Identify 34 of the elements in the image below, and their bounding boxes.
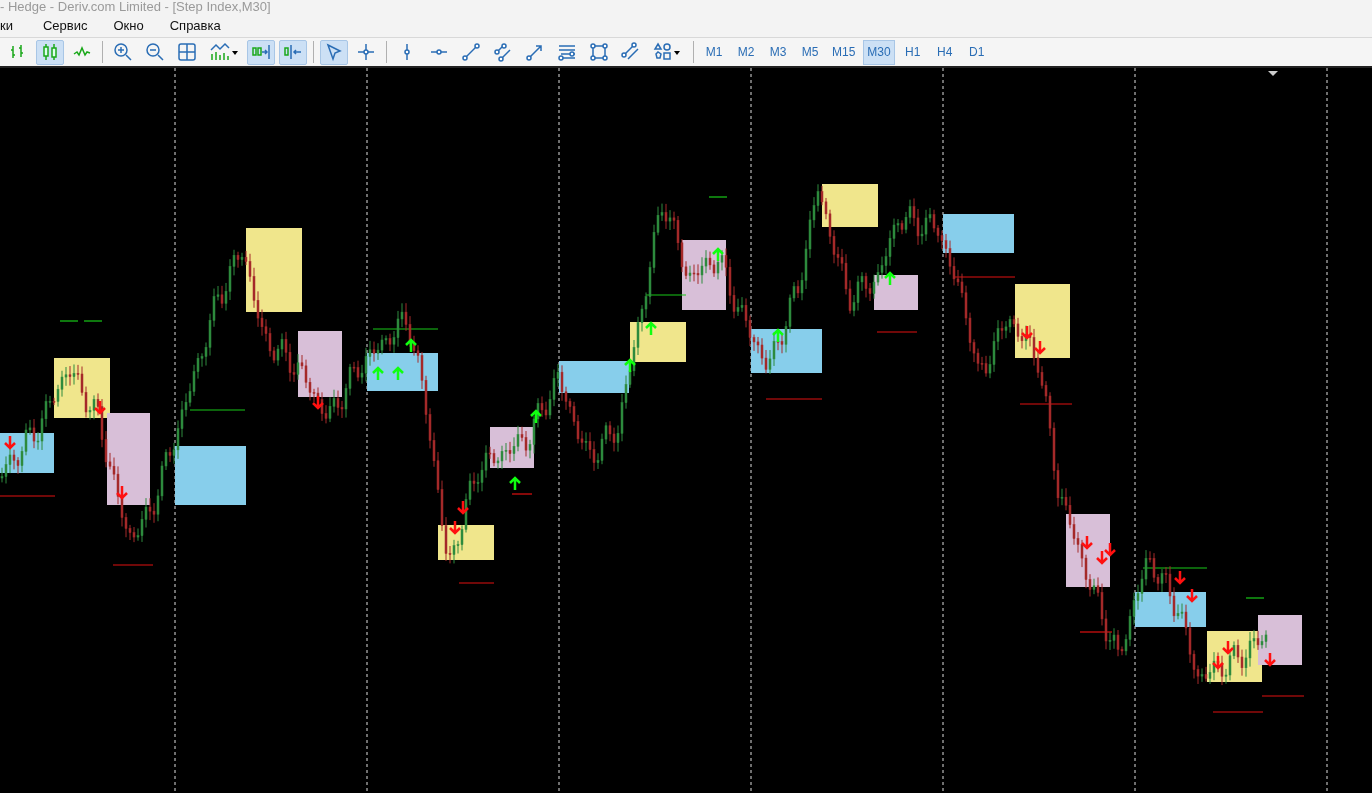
shapes-icon — [653, 42, 683, 62]
timeframe-tab[interactable]: M15 — [828, 39, 860, 65]
crosshair-icon — [356, 42, 376, 62]
toolbar-button[interactable] — [279, 39, 307, 65]
grid-icon — [177, 42, 197, 62]
zoom-in-icon — [113, 42, 133, 62]
zoom-out-icon — [145, 42, 165, 62]
scroll-right-icon — [251, 42, 271, 62]
menu-item[interactable]: Сервис — [29, 15, 101, 36]
parallel-lines-icon — [493, 42, 513, 62]
menu-item[interactable]: Окно — [100, 15, 157, 36]
timeframe-tab[interactable]: M5 — [796, 39, 824, 65]
timeframe-tab[interactable]: H1 — [898, 39, 927, 65]
menu-item[interactable]: Справка — [156, 15, 234, 36]
timeframe-tab[interactable]: H4 — [930, 39, 959, 65]
candlestick-icon — [40, 42, 60, 62]
rectangle-icon — [589, 42, 609, 62]
channel-icon — [621, 42, 641, 62]
toolbar-button[interactable] — [320, 39, 348, 65]
timeframe-tab[interactable]: M1 — [700, 39, 728, 65]
timeframe-tab[interactable]: D1 — [962, 39, 991, 65]
timeframe-tab[interactable]: M2 — [732, 39, 760, 65]
timeframe-tab[interactable]: M3 — [764, 39, 792, 65]
toolbar-button[interactable] — [36, 39, 64, 65]
cursor-icon — [324, 42, 344, 62]
timeframe-tab[interactable]: M30 — [863, 39, 895, 65]
arrow-line-icon — [525, 42, 545, 62]
horizontal-levels-icon — [557, 42, 577, 62]
menu-item[interactable]: ки — [0, 15, 13, 36]
toolbar-button[interactable] — [247, 39, 275, 65]
window-title: - Hedge - Deriv.com Limited - [Step Index,M30] — [0, 0, 271, 14]
chart-shift-icon — [283, 42, 303, 62]
indicators-icon — [209, 42, 239, 62]
trend-line-icon — [461, 42, 481, 62]
